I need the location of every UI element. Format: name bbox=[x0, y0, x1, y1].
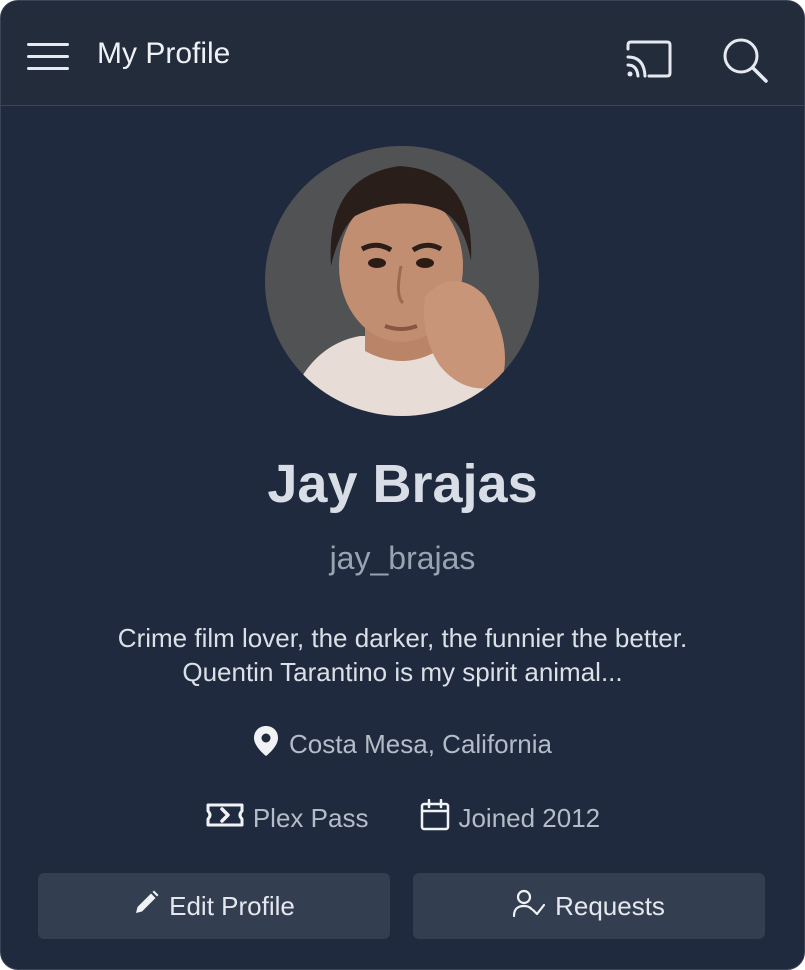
profile-name: Jay Brajas bbox=[267, 454, 538, 514]
bio-line-2: Quentin Tarantino is my spirit animal... bbox=[182, 657, 623, 687]
requests-button[interactable]: Requests bbox=[413, 873, 765, 939]
edit-profile-button[interactable]: Edit Profile bbox=[38, 873, 390, 939]
ticket-icon bbox=[205, 800, 245, 837]
profile-screen: My Profile Jay Brajas jay_brajas Crime f… bbox=[0, 0, 805, 970]
search-icon[interactable] bbox=[721, 37, 769, 83]
profile-meta: Plex Pass Joined 2012 bbox=[1, 798, 804, 838]
edit-profile-label: Edit Profile bbox=[169, 890, 295, 921]
location-pin-icon bbox=[253, 725, 279, 764]
profile-bio: Crime film lover, the darker, the funnie… bbox=[61, 621, 744, 689]
joined-info: Joined 2012 bbox=[420, 798, 601, 838]
plex-pass-label: Plex Pass bbox=[252, 803, 369, 833]
plex-pass-badge: Plex Pass bbox=[205, 800, 369, 837]
calendar-icon bbox=[420, 798, 450, 838]
requests-label: Requests bbox=[555, 890, 665, 921]
top-bar: My Profile bbox=[1, 1, 804, 106]
user-check-icon bbox=[512, 889, 546, 924]
joined-label: Joined 2012 bbox=[458, 803, 601, 833]
bio-line-1: Crime film lover, the darker, the funnie… bbox=[117, 623, 688, 653]
location-text: Costa Mesa, California bbox=[289, 729, 552, 759]
avatar bbox=[265, 146, 539, 416]
page-title: My Profile bbox=[97, 37, 231, 70]
pencil-icon bbox=[133, 890, 159, 923]
profile-location: Costa Mesa, California bbox=[1, 725, 804, 759]
hamburger-menu-icon[interactable] bbox=[27, 43, 69, 73]
cast-icon[interactable] bbox=[625, 39, 673, 79]
profile-username: jay_brajas bbox=[329, 540, 476, 576]
